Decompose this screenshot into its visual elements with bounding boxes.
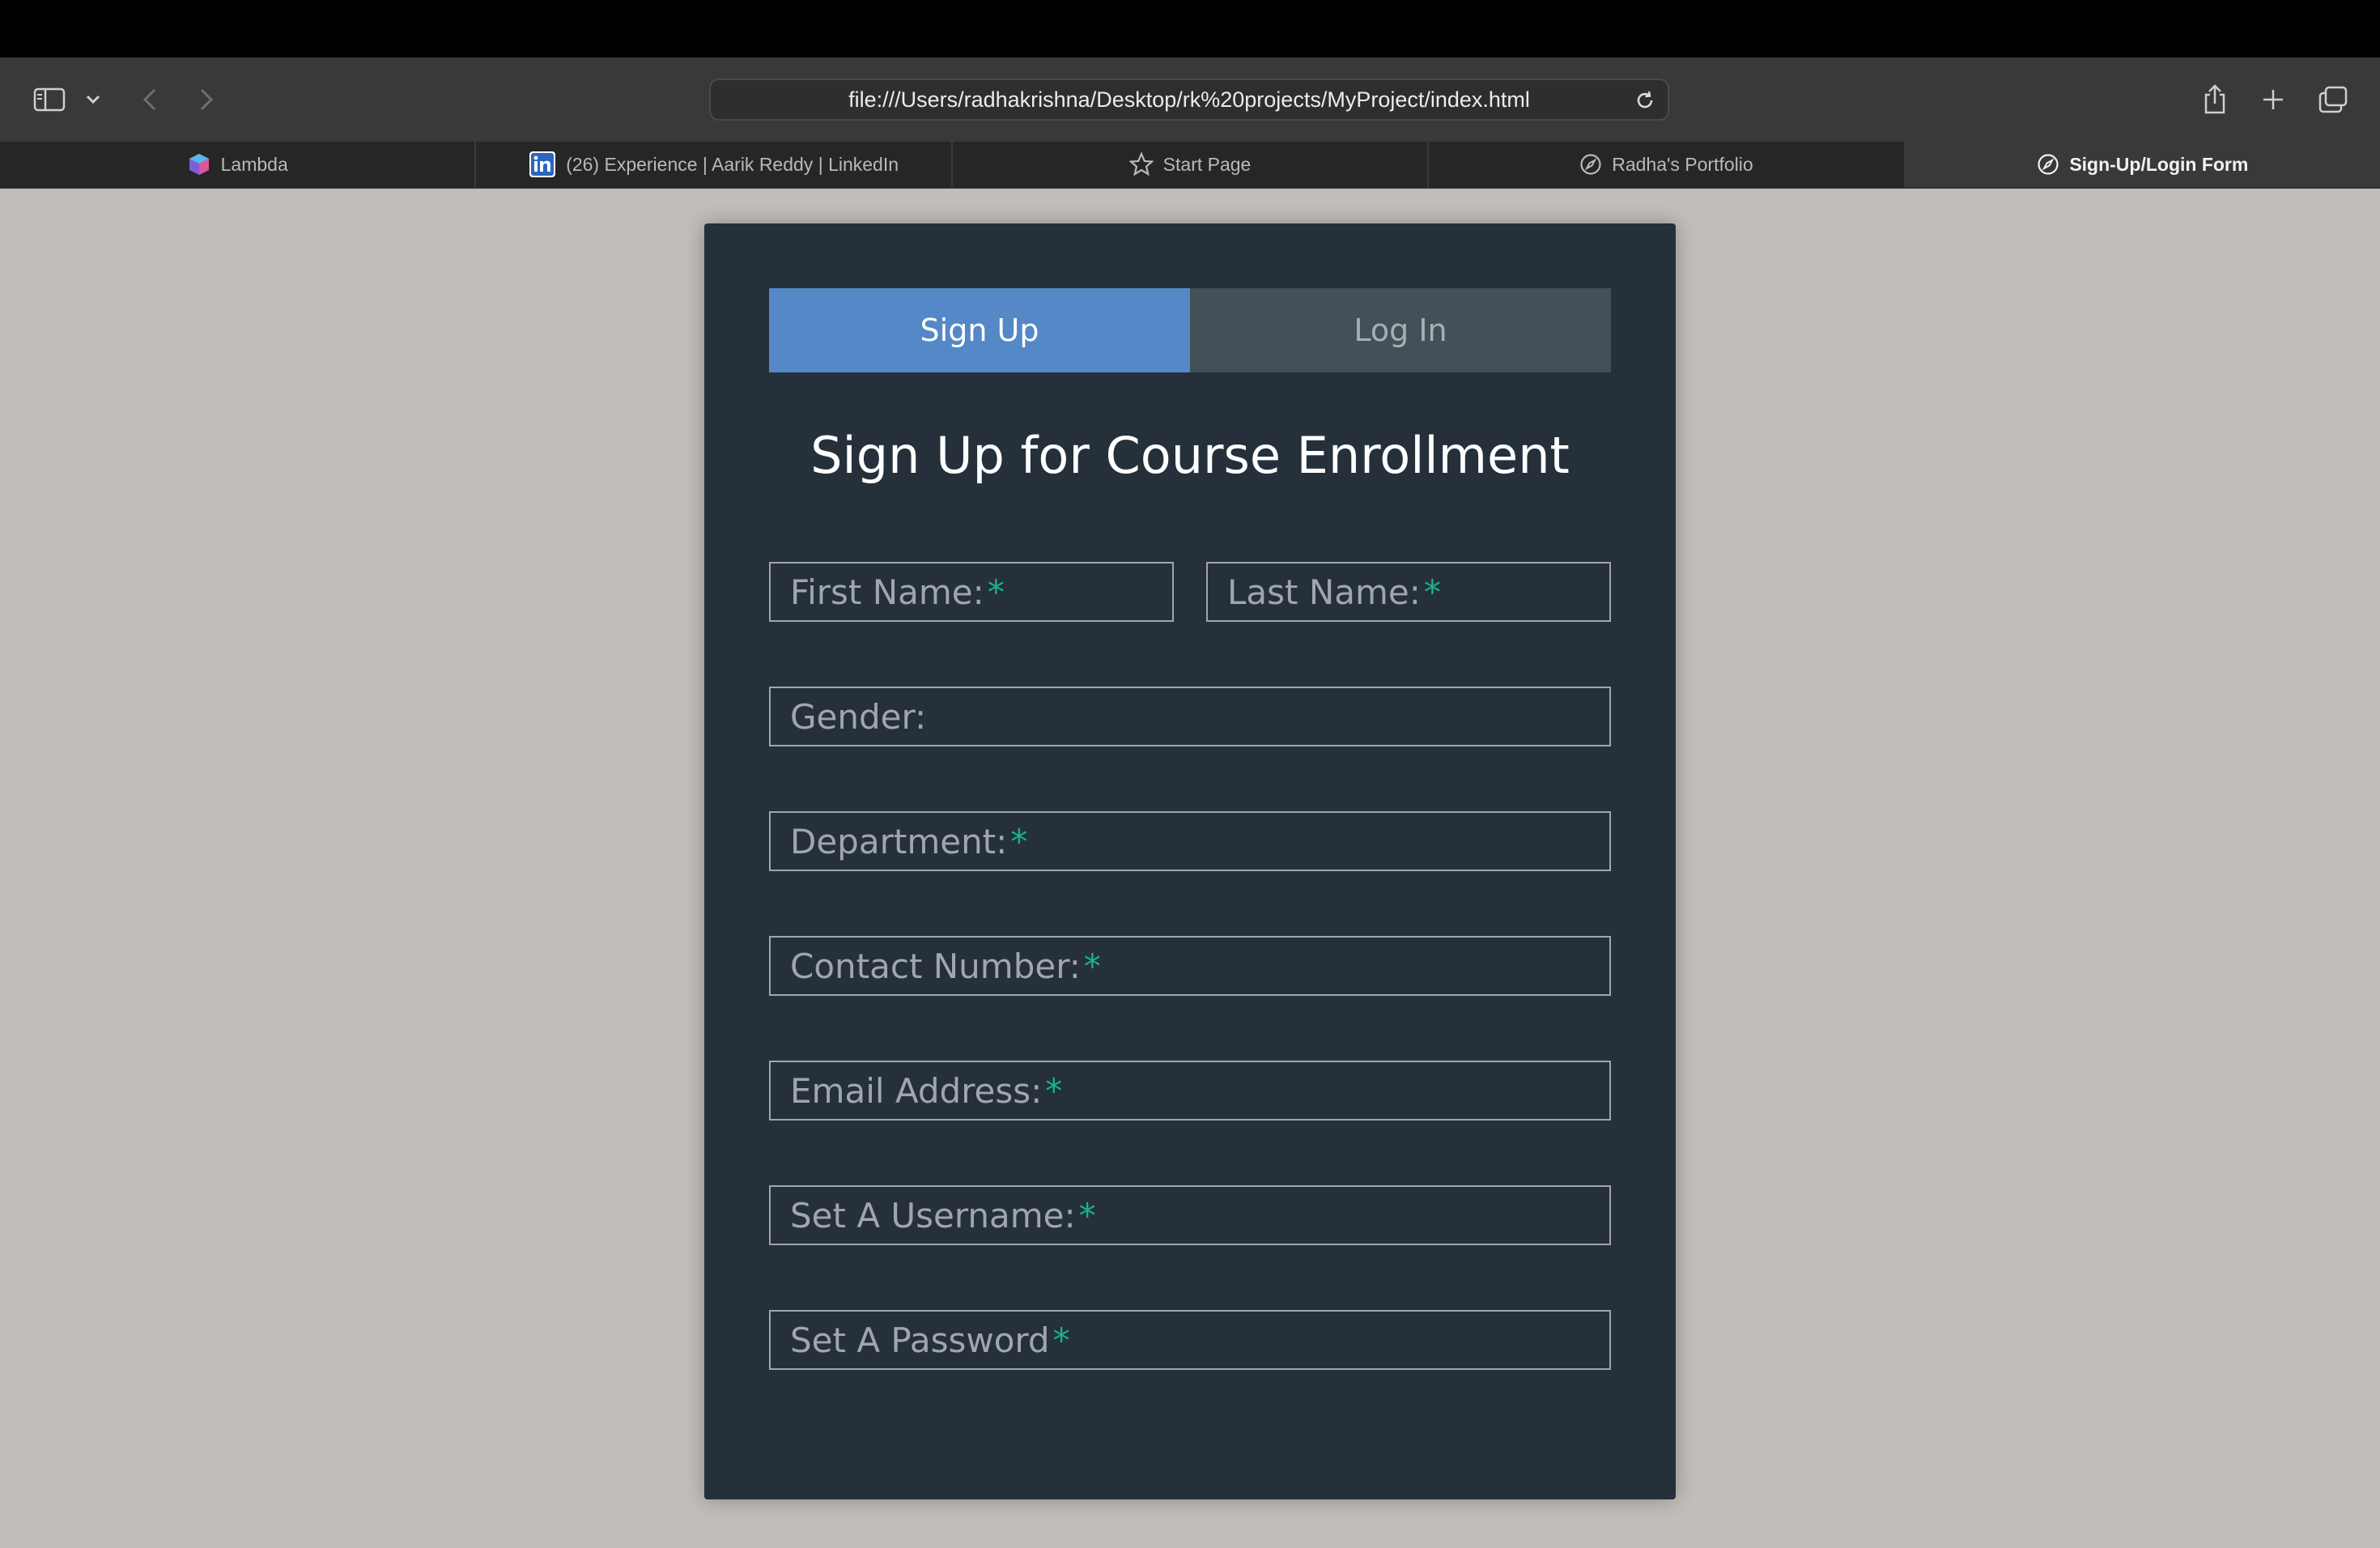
browser-tab-lambda[interactable]: Lambda [0, 142, 477, 187]
signup-form-card: Sign Up Log In Sign Up for Course Enroll… [704, 223, 1676, 1499]
department-placeholder: Department: [790, 821, 1008, 861]
url-text[interactable]: file:///Users/radhakrishna/Desktop/rk%20… [711, 80, 1668, 119]
signup-tab[interactable]: Sign Up [769, 288, 1190, 372]
browser-tab-bar: Lambda (26) Experience | Aarik Reddy | L… [0, 142, 2380, 189]
username-input[interactable]: Set A Username: * [769, 1185, 1611, 1245]
address-bar[interactable]: file:///Users/radhakrishna/Desktop/rk%20… [709, 79, 1669, 121]
required-asterisk: * [1083, 946, 1101, 986]
required-asterisk: * [1052, 1320, 1070, 1360]
linkedin-icon [529, 151, 556, 178]
browser-tab-signup-login[interactable]: Sign-Up/Login Form [1905, 142, 2380, 187]
username-placeholder: Set A Username: [790, 1195, 1076, 1235]
forward-arrow-icon[interactable] [193, 83, 220, 116]
required-asterisk: * [1078, 1195, 1096, 1235]
contact-number-input[interactable]: Contact Number: * [769, 936, 1611, 996]
tab-label: Sign-Up/Login Form [2069, 153, 2249, 175]
password-placeholder: Set A Password [790, 1320, 1050, 1360]
department-input[interactable]: Department: * [769, 811, 1611, 871]
login-tab[interactable]: Log In [1190, 288, 1611, 372]
required-asterisk: * [1010, 821, 1028, 861]
browser-toolbar: file:///Users/radhakrishna/Desktop/rk%20… [0, 57, 2380, 142]
compass-icon [2037, 153, 2059, 176]
form-tab-group: Sign Up Log In [769, 288, 1611, 372]
browser-tab-linkedin[interactable]: (26) Experience | Aarik Reddy | LinkedIn [476, 142, 953, 187]
browser-tab-start-page[interactable]: Start Page [953, 142, 1430, 187]
last-name-input[interactable]: Last Name: * [1206, 562, 1611, 622]
password-input[interactable]: Set A Password * [769, 1310, 1611, 1370]
last-name-placeholder: Last Name: [1227, 572, 1421, 612]
star-icon [1128, 152, 1154, 176]
email-address-placeholder: Email Address: [790, 1070, 1043, 1111]
gender-placeholder: Gender: [790, 696, 927, 737]
contact-number-placeholder: Contact Number: [790, 946, 1081, 986]
required-asterisk: * [987, 572, 1005, 612]
tab-label: Radha's Portfolio [1612, 153, 1753, 175]
tab-label: (26) Experience | Aarik Reddy | LinkedIn [566, 153, 899, 175]
lambda-cube-icon [187, 152, 211, 176]
required-asterisk: * [1045, 1070, 1063, 1111]
browser-tab-portfolio[interactable]: Radha's Portfolio [1429, 142, 1906, 187]
compass-icon [1579, 153, 1602, 176]
tab-overview-icon[interactable] [2315, 82, 2351, 117]
back-arrow-icon[interactable] [136, 83, 164, 116]
first-name-placeholder: First Name: [790, 572, 984, 612]
tab-label: Lambda [220, 153, 288, 175]
required-asterisk: * [1423, 572, 1441, 612]
share-icon[interactable] [2199, 80, 2231, 119]
form-title: Sign Up for Course Enrollment [810, 425, 1570, 485]
tab-label: Start Page [1162, 153, 1252, 175]
sidebar-toggle-icon[interactable] [29, 80, 70, 119]
system-menu-bar [0, 0, 2380, 57]
gender-input[interactable]: Gender: [769, 687, 1611, 746]
reload-icon[interactable] [1634, 89, 1656, 115]
chevron-down-icon[interactable] [81, 85, 105, 114]
new-tab-plus-icon[interactable] [2257, 83, 2289, 116]
first-name-input[interactable]: First Name: * [769, 562, 1174, 622]
email-address-input[interactable]: Email Address: * [769, 1061, 1611, 1121]
